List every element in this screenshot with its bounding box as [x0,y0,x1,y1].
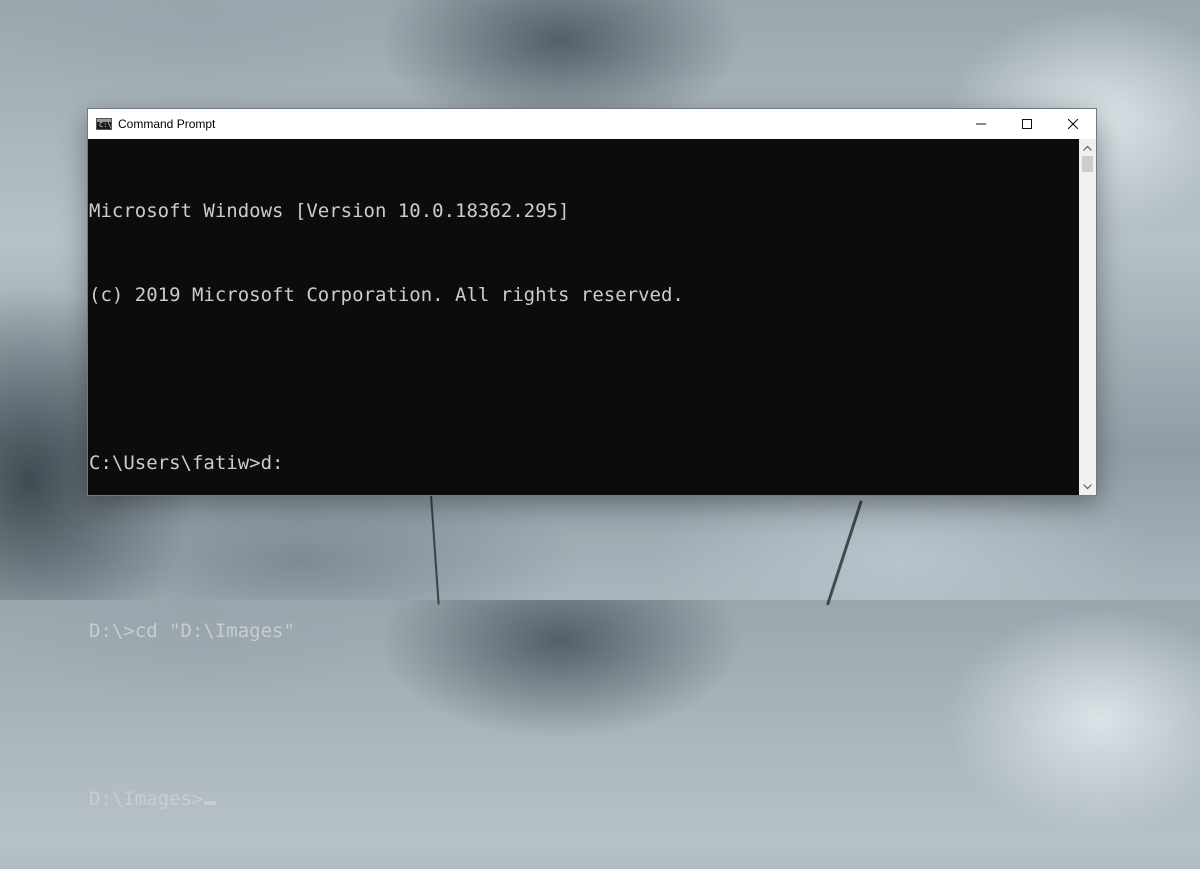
vertical-scrollbar[interactable] [1079,139,1096,495]
scroll-down-button[interactable] [1079,478,1096,495]
current-prompt: D:\Images> [89,788,204,810]
minimize-icon [976,123,986,125]
text-cursor [204,801,217,805]
console-line: Microsoft Windows [Version 10.0.18362.29… [89,200,570,222]
console-output[interactable]: Microsoft Windows [Version 10.0.18362.29… [88,139,1078,810]
close-icon [1068,119,1078,129]
scroll-up-button[interactable] [1079,139,1096,156]
scrollbar-thumb[interactable] [1082,156,1093,172]
cmd-icon: C:\_ [96,118,116,130]
close-button[interactable] [1050,109,1096,139]
minimize-button[interactable] [958,109,1004,139]
maximize-button[interactable] [1004,109,1050,139]
command-prompt-window[interactable]: C:\_ Command Prompt Microsoft Windows [V… [87,108,1097,810]
chevron-up-icon [1083,145,1092,151]
console-line: (c) 2019 Microsoft Corporation. All righ… [89,284,684,306]
console-line: D:\>cd "D:\Images" [89,620,295,642]
chevron-down-icon [1083,483,1092,489]
window-controls [958,109,1096,139]
console-line: C:\Users\fatiw>d: [89,452,284,474]
window-title: Command Prompt [118,117,216,131]
prompt-line[interactable]: D:\Images> [88,785,1078,813]
title-bar[interactable]: C:\_ Command Prompt [88,109,1096,139]
maximize-icon [1022,119,1032,129]
